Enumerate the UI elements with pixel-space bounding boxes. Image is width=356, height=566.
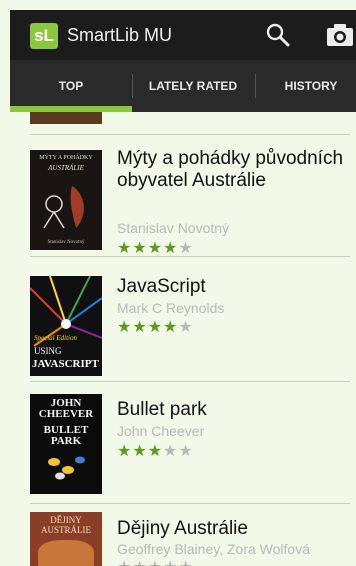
star-icon: ★ bbox=[117, 240, 132, 257]
book-cover: JOHN CHEEVER BULLET PARK bbox=[30, 394, 102, 494]
star-icon: ★ bbox=[117, 560, 131, 566]
book-cover: Special Edition USING JAVASCRIPT bbox=[30, 276, 102, 376]
rating-stars: ★★★★★ bbox=[117, 559, 194, 566]
star-icon: ★ bbox=[147, 319, 163, 336]
star-icon: ★ bbox=[147, 443, 163, 460]
book-author: Mark C Reynolds bbox=[117, 300, 225, 316]
star-icon: ★ bbox=[132, 560, 146, 566]
book-item[interactable]: MÝTY A POHÁDKY AUSTRÁLIE Stanislav Novot… bbox=[10, 136, 356, 257]
app-title: SmartLib MU bbox=[67, 25, 173, 45]
action-bar: sL SmartLib MU bbox=[10, 10, 356, 60]
star-icon: ★ bbox=[163, 319, 178, 336]
star-icon: ★ bbox=[163, 560, 177, 566]
book-title: Mýty a pohádky původních obyvatel Austrá… bbox=[117, 148, 344, 191]
rating-stars: ★★★★★ bbox=[117, 443, 194, 460]
rating-stars: ★★★★★ bbox=[117, 319, 194, 336]
tab-top[interactable]: TOP bbox=[10, 60, 132, 112]
star-icon: ★ bbox=[178, 560, 192, 566]
star-icon: ★ bbox=[178, 319, 193, 336]
star-icon: ★ bbox=[148, 560, 162, 566]
star-icon: ★ bbox=[117, 319, 132, 336]
book-author: Stanislav Novotný bbox=[117, 220, 230, 236]
search-icon[interactable] bbox=[265, 22, 291, 48]
camera-icon[interactable] bbox=[326, 23, 354, 47]
book-item[interactable]: JOHN CHEEVER BULLET PARK Bullet park Joh… bbox=[10, 381, 356, 496]
star-icon: ★ bbox=[132, 319, 147, 336]
star-icon: ★ bbox=[132, 443, 147, 460]
tab-history[interactable]: HISTORY bbox=[256, 60, 356, 112]
book-item[interactable]: DĚJINY AUSTRÁLIE Dějiny Austrálie Geoffr… bbox=[10, 503, 356, 566]
book-title: JavaScript bbox=[117, 276, 206, 297]
star-icon: ★ bbox=[163, 443, 178, 460]
book-item[interactable]: Special Edition USING JAVASCRIPT JavaScr… bbox=[10, 256, 356, 376]
star-icon: ★ bbox=[163, 240, 178, 257]
star-icon: ★ bbox=[178, 443, 193, 460]
book-title: Dějiny Austrálie bbox=[117, 518, 248, 539]
book-cover: DĚJINY AUSTRÁLIE bbox=[30, 512, 102, 566]
book-list[interactable]: MÝTY A POHÁDKY AUSTRÁLIE Stanislav Novot… bbox=[10, 112, 356, 566]
tab-bar: TOP LATELY RATED HISTORY bbox=[10, 60, 356, 112]
star-icon: ★ bbox=[132, 240, 147, 257]
book-title: Bullet park bbox=[117, 399, 207, 420]
book-cover bbox=[30, 112, 102, 124]
book-cover: MÝTY A POHÁDKY AUSTRÁLIE Stanislav Novot… bbox=[30, 150, 102, 250]
star-icon: ★ bbox=[178, 240, 193, 257]
rating-stars: ★★★★★ bbox=[117, 240, 194, 257]
star-icon: ★ bbox=[147, 240, 163, 257]
book-author: Geoffrey Blainey, Zora Wolfová bbox=[117, 541, 310, 557]
book-author: John Cheever bbox=[117, 423, 205, 439]
tab-lately-rated[interactable]: LATELY RATED bbox=[132, 60, 254, 112]
app-logo: sL bbox=[30, 23, 58, 49]
list-divider bbox=[30, 134, 350, 135]
star-icon: ★ bbox=[117, 443, 132, 460]
